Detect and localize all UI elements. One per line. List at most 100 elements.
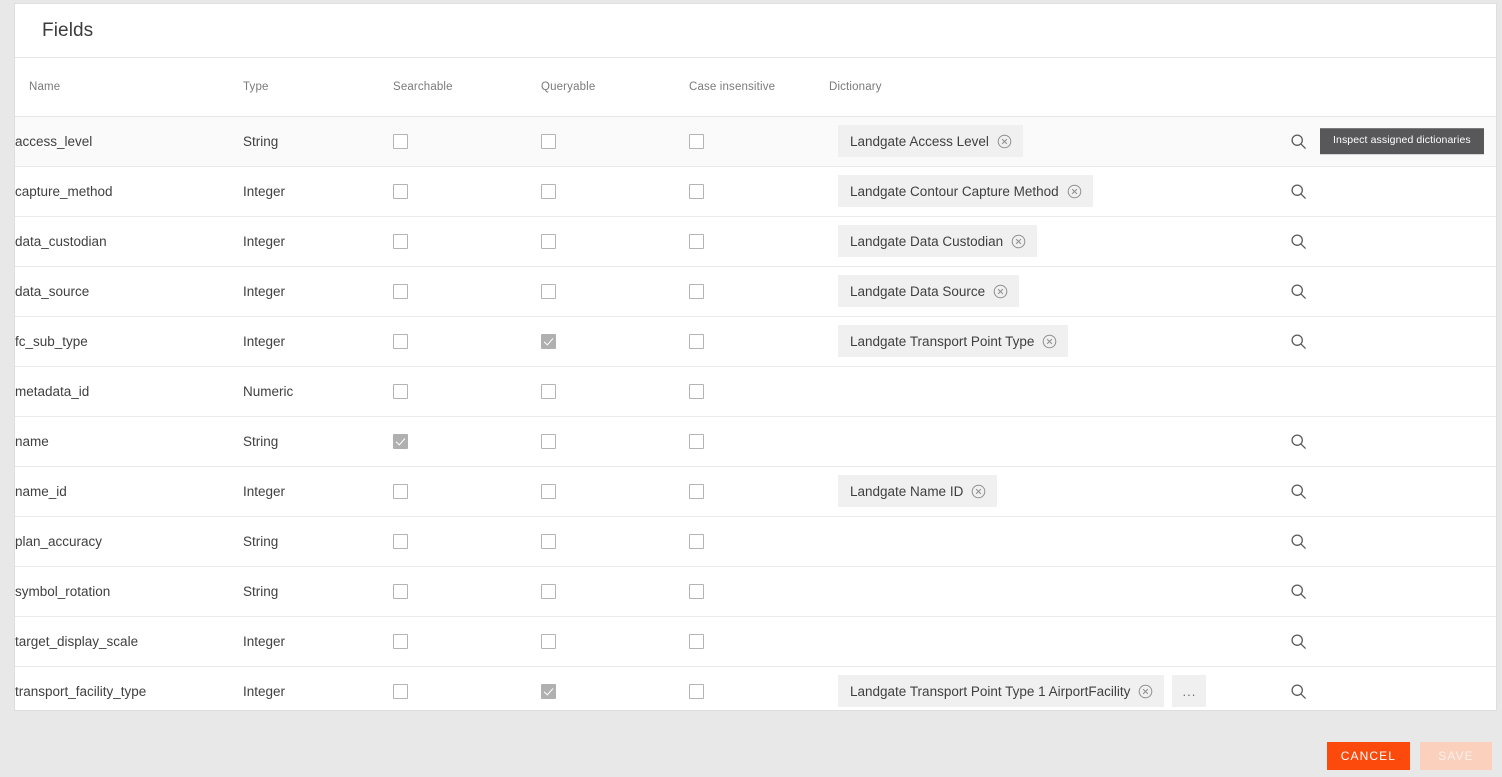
- searchable-checkbox[interactable]: [393, 183, 408, 199]
- searchable-cell: [393, 466, 541, 517]
- queryable-checkbox[interactable]: [541, 583, 556, 599]
- table-row[interactable]: symbol_rotation String: [15, 566, 1496, 617]
- case-insensitive-checkbox[interactable]: [689, 433, 704, 449]
- case-insensitive-checkbox[interactable]: [689, 633, 704, 649]
- circle-close-icon[interactable]: [1011, 234, 1026, 249]
- searchable-checkbox[interactable]: [393, 133, 408, 149]
- queryable-checkbox[interactable]: [541, 383, 556, 399]
- queryable-cell: [541, 216, 689, 267]
- searchable-checkbox[interactable]: [393, 633, 408, 649]
- dictionary-chip[interactable]: Landgate Name ID: [838, 475, 998, 507]
- case-insensitive-checkbox[interactable]: [689, 383, 704, 399]
- case-insensitive-checkbox[interactable]: [689, 183, 704, 199]
- search-icon[interactable]: [1283, 126, 1313, 156]
- table-header-row: Name Type Searchable Queryable Case inse…: [15, 58, 1496, 117]
- circle-close-icon[interactable]: [971, 484, 986, 499]
- dictionary-chip-list: Landgate Transport Point Type: [829, 325, 1278, 357]
- search-icon[interactable]: [1283, 576, 1313, 606]
- case-insensitive-checkbox[interactable]: [689, 133, 704, 149]
- case-insensitive-checkbox[interactable]: [689, 333, 704, 349]
- table-row[interactable]: fc_sub_type Integer Landgate Transport Poi…: [15, 316, 1496, 367]
- actions-cell: [1278, 616, 1496, 667]
- dictionary-cell: [829, 516, 1278, 567]
- row-actions: [1278, 526, 1496, 556]
- queryable-checkbox[interactable]: [541, 133, 556, 149]
- table-row[interactable]: metadata_id Numeric: [15, 366, 1496, 417]
- cancel-button[interactable]: CANCEL: [1326, 742, 1410, 770]
- queryable-checkbox[interactable]: [541, 483, 556, 499]
- field-type-cell: Integer: [243, 266, 393, 317]
- search-icon[interactable]: [1283, 226, 1313, 256]
- search-icon[interactable]: [1283, 626, 1313, 656]
- case-insensitive-cell: [689, 266, 829, 317]
- table-row[interactable]: data_source Integer Landgate Data Source: [15, 266, 1496, 317]
- circle-close-icon[interactable]: [993, 284, 1008, 299]
- save-button[interactable]: SAVE: [1420, 742, 1492, 770]
- field-type-cell: String: [243, 116, 393, 167]
- dictionary-chip[interactable]: Landgate Transport Point Type: [838, 325, 1069, 357]
- searchable-checkbox[interactable]: [393, 433, 408, 449]
- row-actions: [1278, 676, 1496, 706]
- circle-close-icon[interactable]: [1138, 684, 1153, 699]
- table-header: Name Type Searchable Queryable Case inse…: [15, 58, 1496, 117]
- searchable-checkbox[interactable]: [393, 233, 408, 249]
- searchable-checkbox[interactable]: [393, 533, 408, 549]
- searchable-checkbox[interactable]: [393, 333, 408, 349]
- circle-close-icon[interactable]: [997, 134, 1012, 149]
- search-icon[interactable]: [1283, 526, 1313, 556]
- searchable-checkbox[interactable]: [393, 683, 408, 699]
- search-icon[interactable]: [1283, 276, 1313, 306]
- case-insensitive-checkbox[interactable]: [689, 583, 704, 599]
- queryable-checkbox[interactable]: [541, 333, 556, 349]
- queryable-checkbox[interactable]: [541, 533, 556, 549]
- column-header-searchable: Searchable: [393, 58, 541, 117]
- search-icon[interactable]: [1283, 426, 1313, 456]
- dictionary-chip[interactable]: Landgate Contour Capture Method: [838, 175, 1093, 207]
- case-insensitive-cell: [689, 666, 829, 710]
- dictionary-chip[interactable]: Landgate Transport Point Type 1 AirportF…: [838, 675, 1165, 707]
- queryable-checkbox[interactable]: [541, 683, 556, 699]
- case-insensitive-checkbox[interactable]: [689, 283, 704, 299]
- searchable-checkbox[interactable]: [393, 483, 408, 499]
- queryable-checkbox[interactable]: [541, 433, 556, 449]
- case-insensitive-cell: [689, 166, 829, 217]
- table-row[interactable]: capture_method Integer Landgate Contour Ca…: [15, 166, 1496, 217]
- table-row[interactable]: name String: [15, 416, 1496, 467]
- field-name-cell: symbol_rotation: [15, 566, 243, 617]
- queryable-checkbox[interactable]: [541, 183, 556, 199]
- table-row[interactable]: data_custodian Integer Landgate Data Custo…: [15, 216, 1496, 267]
- case-insensitive-checkbox[interactable]: [689, 233, 704, 249]
- table-row[interactable]: transport_facility_type Integer Landgate T…: [15, 666, 1496, 710]
- queryable-checkbox[interactable]: [541, 633, 556, 649]
- search-icon[interactable]: [1283, 676, 1313, 706]
- field-name-cell: transport_facility_type: [15, 666, 243, 710]
- search-icon[interactable]: [1283, 326, 1313, 356]
- dictionary-chip-label: Landgate Data Custodian: [850, 233, 1004, 249]
- table-row[interactable]: access_level String Landgate Access Level I…: [15, 116, 1496, 167]
- field-type-cell: Integer: [243, 216, 393, 267]
- field-type-cell: String: [243, 566, 393, 617]
- dictionary-chip[interactable]: Landgate Data Custodian: [838, 225, 1038, 257]
- table-row[interactable]: target_display_scale Integer: [15, 616, 1496, 667]
- page-title: Fields: [42, 19, 94, 41]
- field-name-cell: name: [15, 416, 243, 467]
- searchable-checkbox[interactable]: [393, 583, 408, 599]
- searchable-checkbox[interactable]: [393, 383, 408, 399]
- case-insensitive-checkbox[interactable]: [689, 533, 704, 549]
- column-header-type: Type: [243, 58, 393, 117]
- table-body: access_level String Landgate Access Level I…: [15, 116, 1496, 710]
- table-row[interactable]: name_id Integer Landgate Name ID: [15, 466, 1496, 517]
- circle-close-icon[interactable]: [1067, 184, 1082, 199]
- queryable-checkbox[interactable]: [541, 283, 556, 299]
- case-insensitive-checkbox[interactable]: [689, 483, 704, 499]
- searchable-checkbox[interactable]: [393, 283, 408, 299]
- search-icon[interactable]: [1283, 176, 1313, 206]
- ellipsis-icon[interactable]: ...: [1172, 675, 1207, 707]
- circle-close-icon[interactable]: [1042, 334, 1057, 349]
- queryable-checkbox[interactable]: [541, 233, 556, 249]
- case-insensitive-checkbox[interactable]: [689, 683, 704, 699]
- table-row[interactable]: plan_accuracy String: [15, 516, 1496, 567]
- dictionary-chip[interactable]: Landgate Access Level: [838, 125, 1023, 157]
- search-icon[interactable]: [1283, 476, 1313, 506]
- dictionary-chip[interactable]: Landgate Data Source: [838, 275, 1020, 307]
